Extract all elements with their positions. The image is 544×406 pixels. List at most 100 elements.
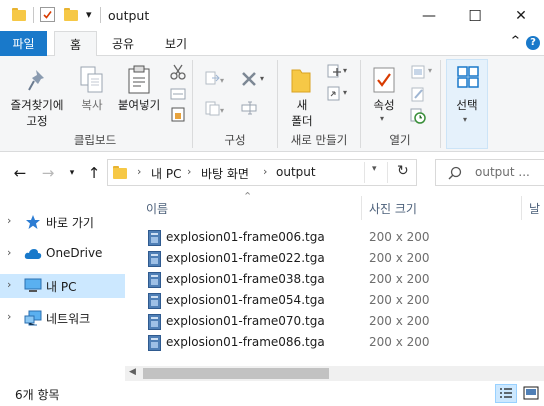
file-image-size: 200 x 200 [369,314,430,328]
column-header-name[interactable]: 이름 [146,200,168,217]
nav-item-this-pc[interactable]: › 내 PC [0,274,125,298]
sort-ascending-icon: ⌃ [243,190,253,203]
navigation-pane: › 바로 가기 › OneDrive › 내 PC › 네트워크 [0,192,125,368]
new-item-icon[interactable] [326,64,342,80]
arrow-right-icon: → [41,164,55,182]
maximize-icon: ☐ [468,6,482,25]
tab-share[interactable]: 공유 [103,31,143,56]
forward-button[interactable]: → [38,163,58,183]
copy-button[interactable]: 복사 [74,60,110,124]
address-row: ← → ▾ ↑ › 내 PC › 바탕 화면 › output ▾ ↻ outp… [0,153,544,192]
new-folder-icon [291,69,311,93]
copy-to-dropdown-icon: ▾ [220,106,225,115]
pin-to-quick-access-button[interactable]: 즐겨찾기에 고정 [4,60,70,132]
file-row[interactable]: explosion01-frame070.tga 200 x 200 [145,311,544,332]
file-list: ⌃ 이름 사진 크기 날 explosion01-frame006.tga 20… [125,190,544,368]
delete-icon[interactable] [240,70,258,88]
recent-locations-button[interactable]: ▾ [62,163,82,183]
scrollbar-thumb[interactable] [143,368,329,379]
breadcrumb-desktop[interactable]: 바탕 화면 [201,165,249,182]
large-icons-view-button[interactable] [520,384,542,403]
move-to-dropdown-icon: ▾ [220,76,225,85]
new-folder-button[interactable]: 새 폴더 [282,60,322,132]
nav-item-network[interactable]: › 네트워크 [0,306,125,330]
horizontal-scrollbar[interactable]: ◀ [125,366,544,381]
file-image-size: 200 x 200 [369,293,430,307]
copy-label: 복사 [81,98,103,112]
nav-item-quick-access[interactable]: › 바로 가기 [0,210,125,234]
new-folder-qat-icon[interactable] [64,8,78,21]
image-file-icon [148,293,161,309]
ribbon-tabs: 파일 홈 공유 보기 ⌃ ? [0,31,544,57]
breadcrumb-this-pc[interactable]: 내 PC [151,165,181,182]
file-image-size: 200 x 200 [369,335,430,349]
paste-shortcut-icon[interactable] [170,106,186,122]
image-file-icon [148,251,161,267]
easy-access-dropdown-icon: ▾ [343,88,348,97]
breadcrumb-output[interactable]: output [276,165,316,179]
chevron-down-icon: ▾ [69,168,75,178]
file-row[interactable]: explosion01-frame086.tga 200 x 200 [145,332,544,353]
address-bar[interactable]: › 내 PC › 바탕 화면 › output ▾ ↻ [107,159,417,186]
file-row[interactable]: explosion01-frame006.tga 200 x 200 [145,227,544,248]
file-name: explosion01-frame006.tga [166,230,325,244]
easy-access-icon[interactable] [326,86,342,102]
maximize-button[interactable]: ☐ [452,0,498,31]
chevron-right-icon[interactable]: › [7,214,11,227]
qat-divider [33,7,34,23]
select-button[interactable]: 선택 ▾ [446,59,488,149]
chevron-right-icon[interactable]: › [7,278,11,291]
up-button[interactable]: ↑ [84,163,104,183]
tab-home[interactable]: 홈 [54,31,97,57]
column-header-image-size[interactable]: 사진 크기 [369,200,417,217]
help-icon[interactable]: ? [526,36,540,50]
search-box[interactable]: output ... [435,159,544,186]
file-row[interactable]: explosion01-frame022.tga 200 x 200 [145,248,544,269]
refresh-icon[interactable]: ↻ [397,163,409,179]
column-header-date[interactable]: 날 [529,200,540,217]
file-name: explosion01-frame070.tga [166,314,325,328]
file-row[interactable]: explosion01-frame054.tga 200 x 200 [145,290,544,311]
edit-icon[interactable] [410,86,426,102]
column-divider[interactable] [521,196,522,220]
tab-file[interactable]: 파일 [0,31,47,56]
nav-label: OneDrive [46,246,103,260]
image-file-icon [148,314,161,330]
file-image-size: 200 x 200 [369,230,430,244]
nav-item-onedrive[interactable]: › OneDrive [0,242,125,266]
history-icon[interactable] [410,108,426,124]
tab-view[interactable]: 보기 [155,31,197,56]
title-bar: ▾ output — ☐ ✕ [0,0,544,31]
folder-icon [12,8,26,21]
address-history-icon[interactable]: ▾ [372,164,377,174]
clipboard-icon [128,65,150,94]
collapse-ribbon-icon[interactable]: ⌃ [509,34,522,49]
details-view-button[interactable] [495,384,517,403]
copy-to-icon[interactable] [204,100,220,116]
move-to-icon[interactable] [204,70,220,86]
arrow-up-icon: ↑ [87,164,101,182]
open-dropdown-icon: ▾ [428,66,433,75]
properties-label: 속성 [373,98,395,112]
cut-icon[interactable] [170,64,186,80]
minimize-button[interactable]: — [406,0,452,31]
delete-dropdown-icon: ▾ [260,74,265,83]
paste-button[interactable]: 붙여넣기 [112,60,166,124]
column-divider[interactable] [361,196,362,220]
chevron-right-icon[interactable]: › [7,246,11,259]
copy-path-icon[interactable] [170,86,186,102]
qat-dropdown-icon[interactable]: ▾ [86,8,92,21]
scroll-left-icon[interactable]: ◀ [129,367,136,377]
network-icon [24,310,42,326]
close-button[interactable]: ✕ [498,0,544,31]
properties-button[interactable]: 속성 ▾ [366,60,402,130]
properties-qat-icon[interactable] [40,7,55,22]
rename-icon[interactable] [241,100,257,116]
ribbon-home: 즐겨찾기에 고정 복사 붙여넣기 클립보드 ▾ ▾ ▾ 구성 새 폴더 ▾ ▾ … [0,56,544,152]
file-row[interactable]: explosion01-frame038.tga 200 x 200 [145,269,544,290]
open-icon[interactable] [410,64,426,80]
copy-icon [80,66,103,93]
chevron-right-icon[interactable]: › [7,310,11,323]
nav-label: 바로 가기 [46,216,94,230]
back-button[interactable]: ← [10,163,30,183]
